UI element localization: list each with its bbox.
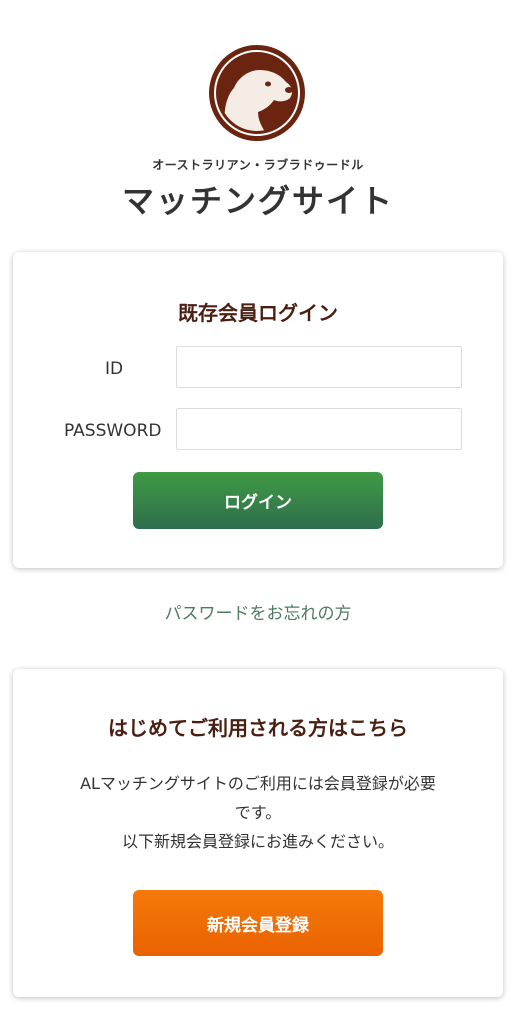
register-card: はじめてご利用される方はこちら ALマッチングサイトのご利用には会員登録が必要 …	[13, 669, 503, 997]
register-description: ALマッチングサイトのご利用には会員登録が必要 です。 以下新規会員登録にお進み…	[43, 769, 473, 856]
site-logo	[208, 44, 306, 142]
register-desc-line: です。	[234, 803, 282, 822]
id-input[interactable]	[176, 346, 462, 388]
login-card: 既存会員ログイン ID PASSWORD ログイン	[13, 252, 503, 568]
dog-head-icon	[209, 45, 305, 141]
forgot-password-link[interactable]: パスワードをお忘れの方	[0, 599, 516, 624]
login-heading: 既存会員ログイン	[178, 301, 338, 325]
password-input[interactable]	[176, 408, 462, 450]
id-label: ID	[105, 359, 124, 379]
register-button[interactable]: 新規会員登録	[133, 890, 383, 956]
register-heading: はじめてご利用される方はこちら	[108, 716, 408, 740]
site-subtitle: オーストラリアン・ラブラドゥードル	[152, 158, 364, 172]
register-desc-line: 以下新規会員登録にお進みください。	[121, 832, 394, 851]
login-button[interactable]: ログイン	[133, 472, 383, 529]
password-label: PASSWORD	[64, 421, 162, 441]
site-title: マッチングサイト	[121, 182, 394, 220]
register-desc-line: ALマッチングサイトのご利用には会員登録が必要	[80, 774, 436, 793]
